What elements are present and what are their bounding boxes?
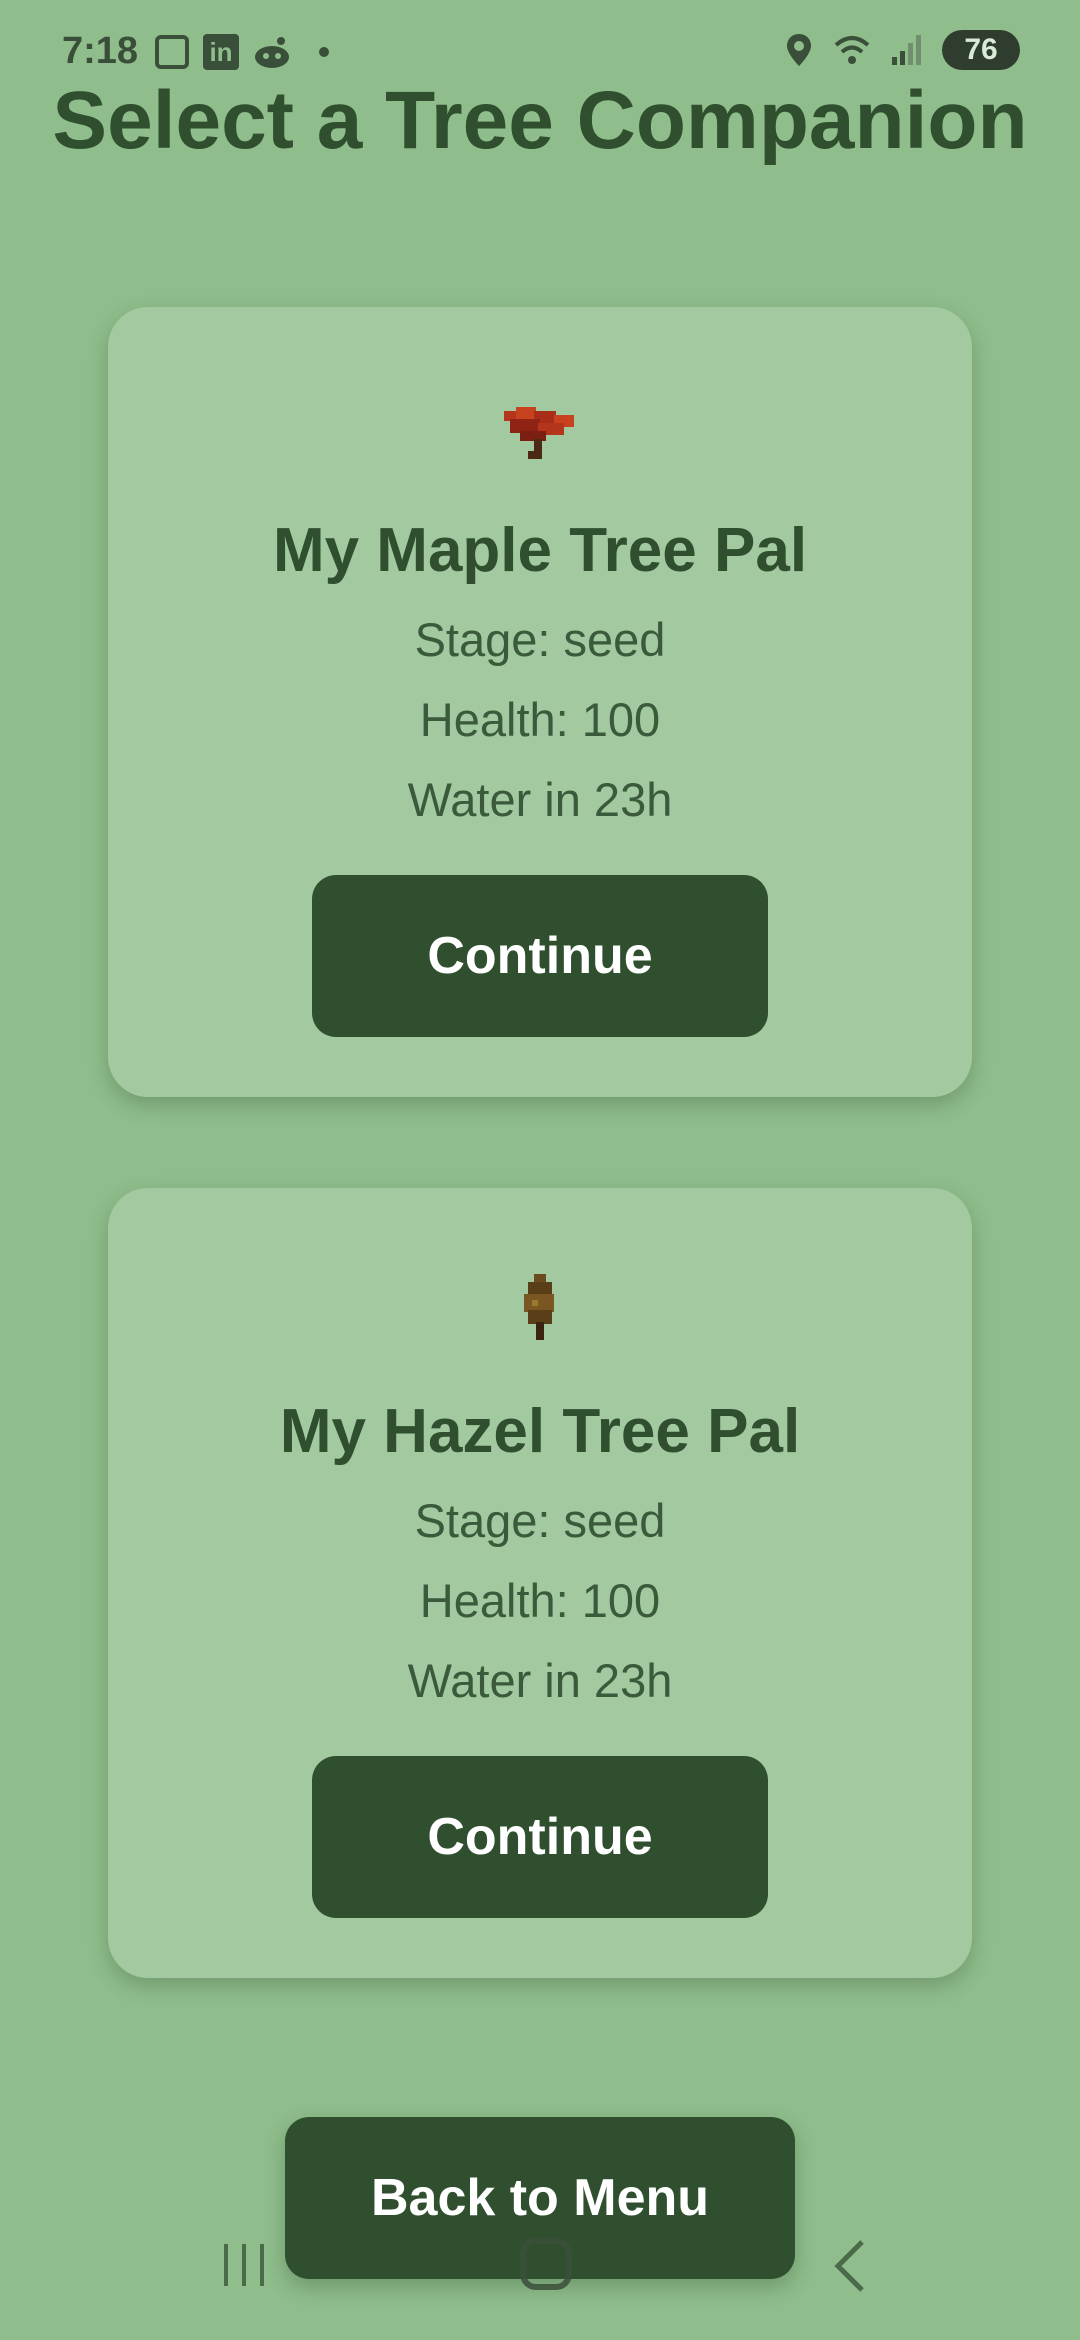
dot-icon xyxy=(319,47,329,57)
card-title: My Maple Tree Pal xyxy=(272,516,808,585)
location-icon xyxy=(787,34,811,66)
stage-label: Stage: seed xyxy=(414,1494,666,1547)
health-label: Health: 100 xyxy=(419,1574,661,1627)
signal-icon xyxy=(892,35,921,65)
tree-card-hazel: My Hazel Tree Pal Stage: seed Health: 10… xyxy=(108,1188,972,1978)
linkedin-icon: in xyxy=(203,34,239,70)
screenshot-icon xyxy=(155,35,189,69)
water-label: Water in 23h xyxy=(407,773,673,826)
continue-button[interactable]: Continue xyxy=(312,875,768,1037)
reddit-icon xyxy=(255,37,289,68)
card-title: My Hazel Tree Pal xyxy=(279,1397,801,1466)
hazel-tree-icon xyxy=(524,1274,554,1340)
home-icon[interactable] xyxy=(520,2238,572,2290)
maple-tree-icon xyxy=(504,407,574,459)
water-label: Water in 23h xyxy=(407,1654,673,1707)
battery-icon: 76 xyxy=(942,30,1020,70)
wifi-icon xyxy=(834,36,870,64)
battery-level: 76 xyxy=(964,33,998,66)
health-label: Health: 100 xyxy=(419,693,661,746)
notification-icons: in xyxy=(155,34,329,70)
status-time: 7:18 xyxy=(62,30,139,72)
stage-label: Stage: seed xyxy=(414,613,666,666)
recents-icon[interactable] xyxy=(220,2240,268,2290)
back-icon[interactable] xyxy=(830,2238,870,2294)
continue-button[interactable]: Continue xyxy=(312,1756,768,1918)
tree-card-maple: My Maple Tree Pal Stage: seed Health: 10… xyxy=(108,307,972,1097)
system-icons: 76 xyxy=(784,30,1020,70)
navigation-bar xyxy=(0,2230,1080,2310)
page-title: Select a Tree Companion xyxy=(52,75,1028,166)
